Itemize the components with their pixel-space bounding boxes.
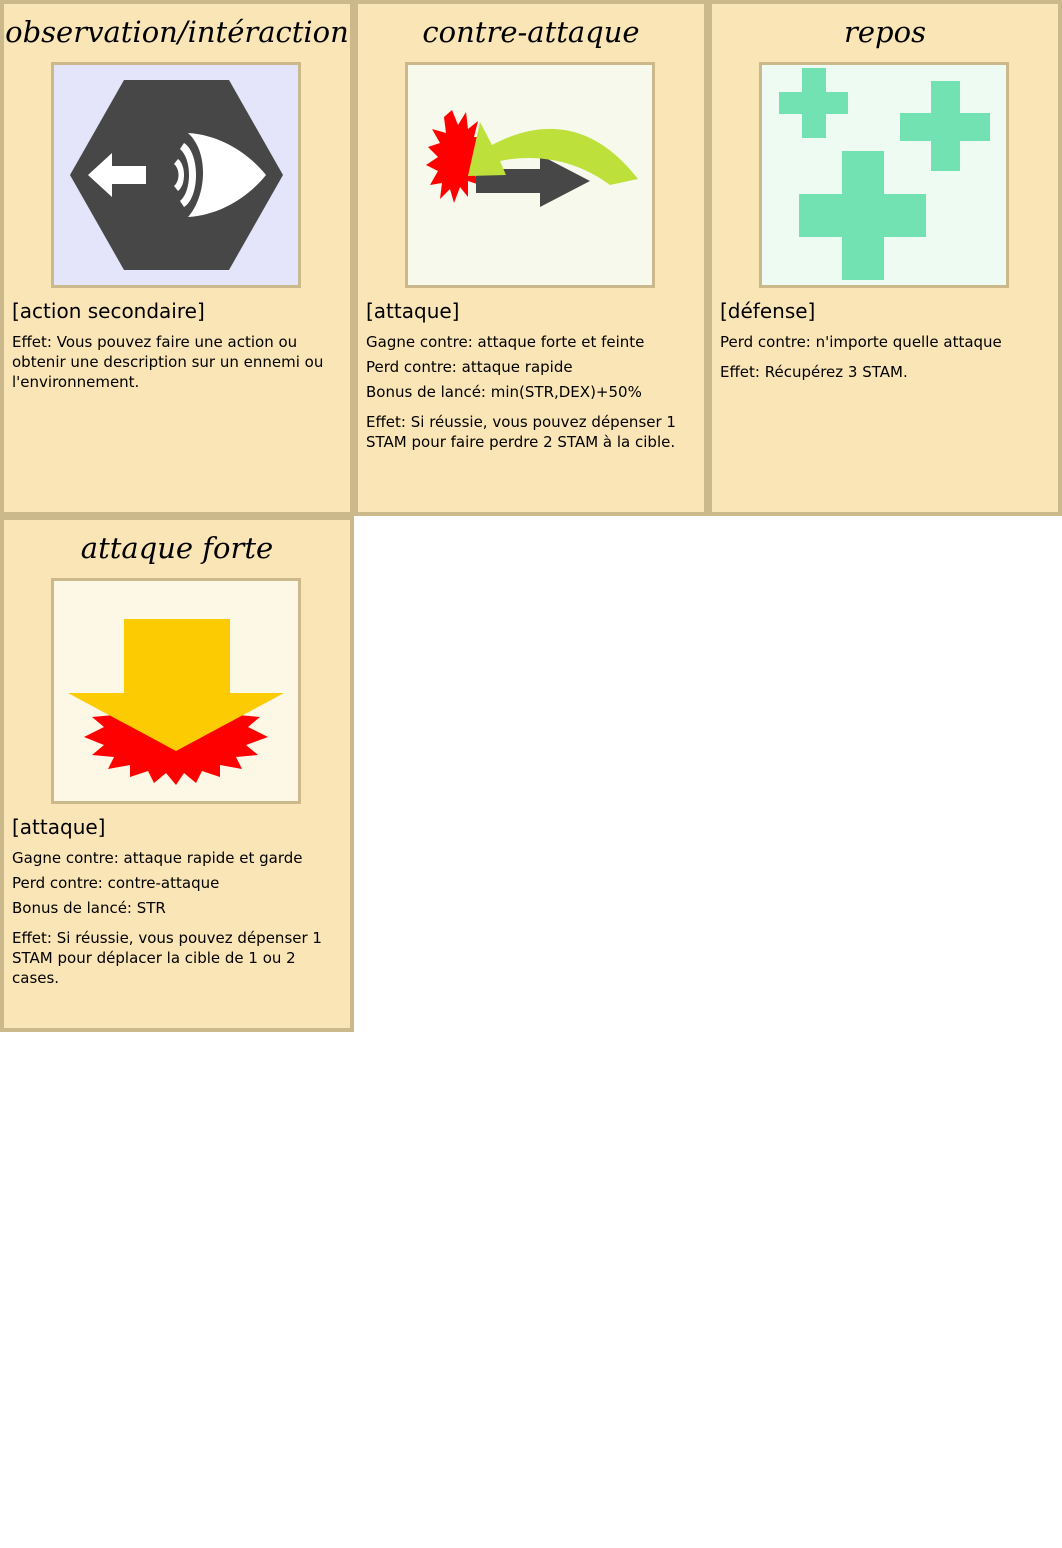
card-stats: Perd contre: n'importe quelle attaque bbox=[720, 332, 1050, 352]
card-effect: Effet: Vous pouvez faire une action ou o… bbox=[12, 333, 324, 391]
action-card-attaque-forte[interactable]: attaque forte [attaque] Gagne contre: at… bbox=[0, 516, 354, 1032]
counter-attack-icon bbox=[426, 110, 638, 207]
card-stat-line: Perd contre: n'importe quelle attaque bbox=[720, 333, 1002, 351]
card-stats: Gagne contre: attaque forte et feinte Pe… bbox=[366, 332, 696, 402]
action-card-observation[interactable]: observation/intéraction [action secondai… bbox=[0, 0, 354, 516]
card-category: [défense] bbox=[720, 299, 816, 323]
heavy-strike-icon bbox=[68, 619, 284, 785]
card-title: attaque forte bbox=[80, 531, 274, 565]
card-art bbox=[405, 62, 655, 288]
card-art bbox=[759, 62, 1009, 288]
card-body: Perd contre: n'importe quelle attaque Ef… bbox=[720, 332, 1050, 382]
card-stat-line: Bonus de lancé: STR bbox=[12, 899, 166, 917]
card-title: observation/intéraction bbox=[5, 15, 349, 49]
card-stat-line: Bonus de lancé: min(STR,DEX)+50% bbox=[366, 383, 642, 401]
eye-hexagon-icon bbox=[70, 80, 283, 270]
card-title: repos bbox=[844, 15, 926, 49]
card-effect: Effet: Si réussie, vous pouvez dépenser … bbox=[366, 413, 676, 451]
card-stat-line: Perd contre: contre-attaque bbox=[12, 874, 220, 892]
healing-crosses-icon bbox=[779, 68, 990, 280]
card-effect: Effet: Si réussie, vous pouvez dépenser … bbox=[12, 929, 322, 987]
card-body: Gagne contre: attaque forte et feinte Pe… bbox=[366, 332, 696, 452]
card-stat-line: Perd contre: attaque rapide bbox=[366, 358, 573, 376]
card-stats: Gagne contre: attaque rapide et garde Pe… bbox=[12, 848, 342, 918]
card-title: contre-attaque bbox=[422, 15, 640, 49]
card-art bbox=[51, 62, 301, 288]
card-category: [attaque] bbox=[366, 299, 460, 323]
card-stat-line: Gagne contre: attaque forte et feinte bbox=[366, 333, 645, 351]
card-category: [attaque] bbox=[12, 815, 106, 839]
action-card-contre-attaque[interactable]: contre-attaque [attaque] Gagne contre: a… bbox=[354, 0, 708, 516]
card-effect: Effet: Récupérez 3 STAM. bbox=[720, 363, 908, 381]
card-stat-line: Gagne contre: attaque rapide et garde bbox=[12, 849, 303, 867]
card-body: Gagne contre: attaque rapide et garde Pe… bbox=[12, 848, 342, 988]
action-card-repos[interactable]: repos [défense] Perd contre: n'importe q… bbox=[708, 0, 1062, 516]
card-body: Effet: Vous pouvez faire une action ou o… bbox=[12, 332, 342, 392]
card-category: [action secondaire] bbox=[12, 299, 205, 323]
card-art bbox=[51, 578, 301, 804]
